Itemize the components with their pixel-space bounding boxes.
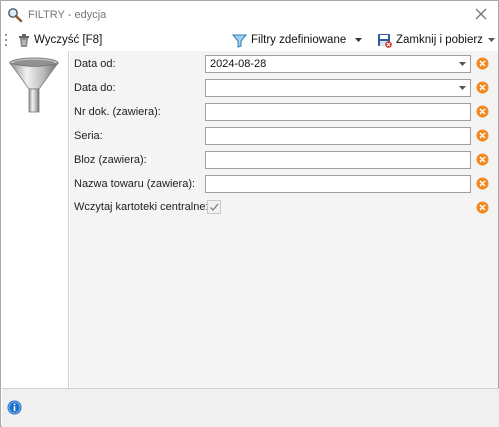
close-and-fetch-button[interactable]: Zamknij i pobierz <box>377 31 483 49</box>
date-from-row: Data od: 2024-08-28 <box>70 54 498 74</box>
funnel-icon <box>8 57 60 113</box>
doc-number-input[interactable] <box>205 103 471 121</box>
chevron-down-icon[interactable] <box>459 62 466 66</box>
series-row: Seria: <box>70 126 498 146</box>
clear-x-icon[interactable] <box>476 201 489 214</box>
filter-edit-window: FILTRY - edycja Wyczyść [F8] Filtry zdef… <box>0 0 499 427</box>
clear-x-icon[interactable] <box>476 57 489 70</box>
date-to-picker[interactable] <box>205 79 471 97</box>
checkmark-icon <box>210 203 219 211</box>
date-from-value: 2024-08-28 <box>210 58 267 70</box>
defined-filters-dropdown-icon[interactable] <box>355 38 362 42</box>
status-bar <box>2 388 499 427</box>
series-label: Seria: <box>74 130 103 142</box>
date-from-picker[interactable]: 2024-08-28 <box>205 55 471 73</box>
doc-number-label: Nr dok. (zawiera): <box>74 106 161 118</box>
magnifier-icon <box>8 8 23 23</box>
central-cards-checkbox[interactable] <box>207 200 221 214</box>
save-close-icon <box>378 33 392 48</box>
bloz-label: Bloz (zawiera): <box>74 154 147 166</box>
filter-form: Data od: 2024-08-28 Data do: Nr dok. (za… <box>70 51 498 388</box>
series-input[interactable] <box>205 127 471 145</box>
product-name-label: Nazwa towaru (zawiera): <box>74 178 196 190</box>
toolbar: Wyczyść [F8] Filtry zdefiniowane Zamknij… <box>1 29 498 51</box>
defined-filters-label: Filtry zdefiniowane <box>251 34 347 46</box>
close-icon[interactable] <box>474 7 488 21</box>
clear-x-icon[interactable] <box>476 105 489 118</box>
central-cards-label: Wczytaj kartoteki centralne: <box>74 201 209 213</box>
clear-x-icon[interactable] <box>476 81 489 94</box>
bloz-input[interactable] <box>205 151 471 169</box>
product-name-input[interactable] <box>205 175 471 193</box>
date-from-label: Data od: <box>74 58 116 70</box>
date-to-label: Data do: <box>74 82 116 94</box>
chevron-down-icon[interactable] <box>459 86 466 90</box>
date-to-row: Data do: <box>70 78 498 98</box>
clear-button-label: Wyczyść [F8] <box>34 34 103 46</box>
toolbar-grip-icon[interactable] <box>5 34 8 46</box>
bloz-row: Bloz (zawiera): <box>70 150 498 170</box>
doc-number-row: Nr dok. (zawiera): <box>70 102 498 122</box>
title-bar: FILTRY - edycja <box>1 1 498 29</box>
clear-x-icon[interactable] <box>476 177 489 190</box>
product-name-row: Nazwa towaru (zawiera): <box>70 174 498 194</box>
clear-x-icon[interactable] <box>476 153 489 166</box>
trash-icon <box>19 33 29 47</box>
info-icon[interactable] <box>7 400 22 415</box>
central-cards-row: Wczytaj kartoteki centralne: <box>70 197 498 217</box>
clear-button[interactable]: Wyczyść [F8] <box>18 31 102 49</box>
clear-x-icon[interactable] <box>476 129 489 142</box>
window-title: FILTRY - edycja <box>28 9 107 21</box>
defined-filters-button[interactable]: Filtry zdefiniowane <box>232 31 346 49</box>
close-and-fetch-dropdown-icon[interactable] <box>488 38 495 42</box>
funnel-icon <box>232 34 247 48</box>
close-and-fetch-label: Zamknij i pobierz <box>396 34 483 46</box>
sidebar <box>2 51 69 388</box>
